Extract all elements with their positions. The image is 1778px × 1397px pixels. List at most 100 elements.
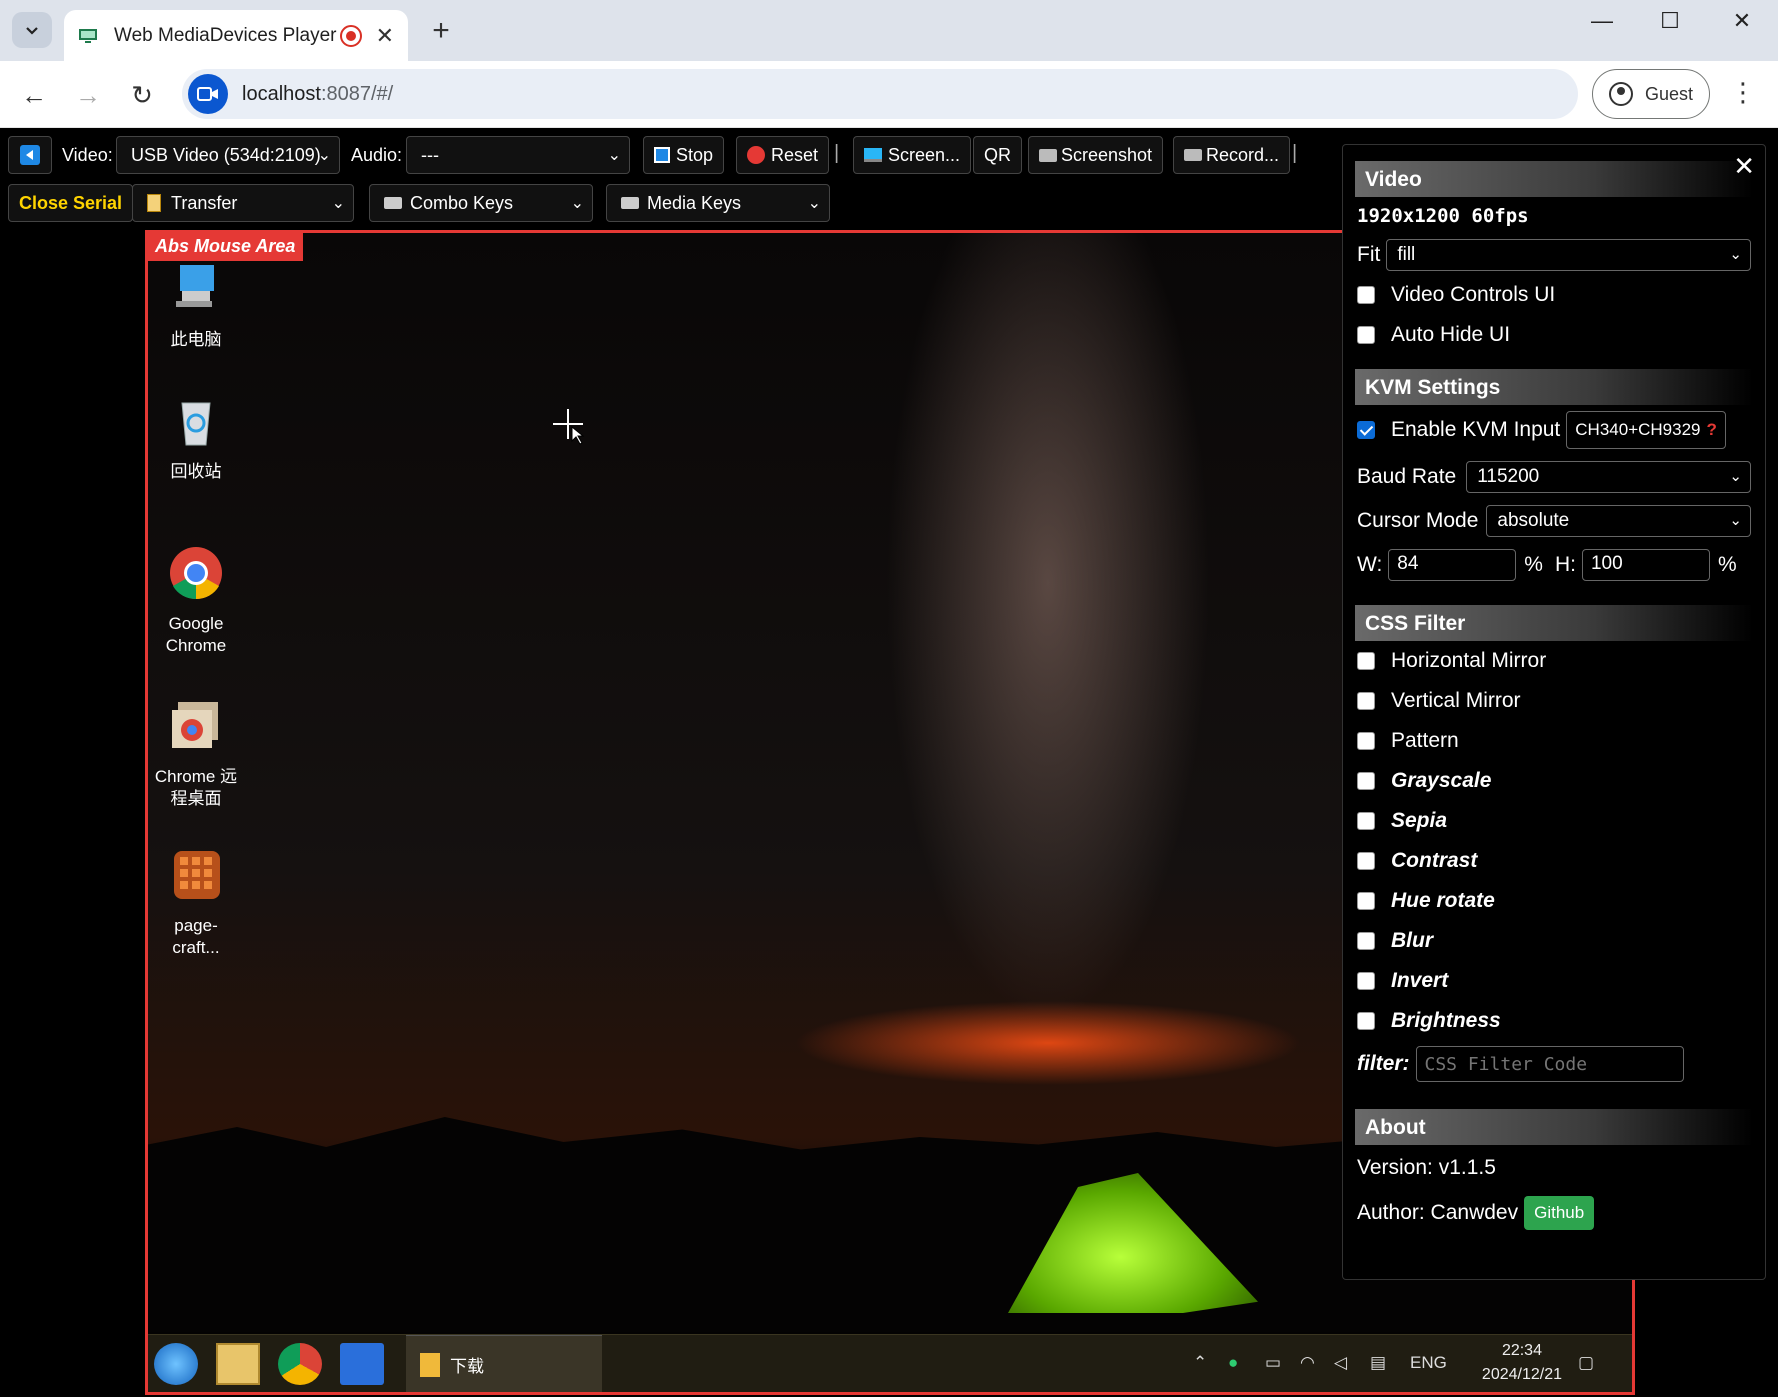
filter-brightness[interactable]: Brightness <box>1357 1001 1751 1041</box>
github-button[interactable]: Github <box>1524 1196 1595 1230</box>
cursor-mode-select[interactable]: absolute ⌄ <box>1486 505 1751 537</box>
desktop-icon-google-chrome[interactable]: Google Chrome <box>151 545 241 657</box>
media-keys-select[interactable]: Media Keys ⌄ <box>606 184 830 222</box>
screenshot-button[interactable]: Screenshot <box>1028 136 1164 174</box>
stop-icon <box>654 147 670 163</box>
chevron-down-icon: ⌄ <box>317 147 331 164</box>
enable-kvm-checkbox[interactable] <box>1357 421 1375 439</box>
reload-button[interactable]: ↻ <box>124 77 160 113</box>
chevron-down-icon: ⌄ <box>570 195 584 212</box>
chrome-taskbar-icon[interactable] <box>278 1343 322 1385</box>
triangle-left-icon <box>20 145 40 165</box>
close-panel-icon[interactable]: ✕ <box>1733 151 1755 182</box>
volume-icon[interactable]: ◁ <box>1334 1353 1347 1373</box>
chevron-up-icon[interactable]: ⌃ <box>1193 1353 1207 1373</box>
wifi-icon[interactable]: ◠ <box>1300 1353 1315 1373</box>
checkbox[interactable] <box>1357 932 1375 950</box>
record-button[interactable]: Record... <box>1173 136 1291 174</box>
filter-pattern[interactable]: Pattern <box>1357 721 1751 761</box>
window-close-button[interactable]: ✕ <box>1712 8 1772 34</box>
desktop-icon-recycle-bin[interactable]: 回收站 <box>151 393 241 483</box>
transfer-select[interactable]: Transfer ⌄ <box>132 184 354 222</box>
filter-horizontal-mirror[interactable]: Horizontal Mirror <box>1357 641 1751 681</box>
version-text: Version: v1.1.5 <box>1357 1156 1496 1179</box>
collapse-toolbar-button[interactable] <box>8 136 52 174</box>
notification-icon[interactable]: ▢ <box>1578 1353 1594 1373</box>
tab-strip: Web MediaDevices Player ✕ + — ☐ ✕ <box>0 0 1778 61</box>
browser-tab[interactable]: Web MediaDevices Player ✕ <box>64 10 408 61</box>
desktop-icon-this-pc[interactable]: 此电脑 <box>151 261 241 351</box>
checkbox[interactable] <box>1357 652 1375 670</box>
file-explorer-icon[interactable] <box>216 1343 260 1385</box>
video-controls-checkbox[interactable] <box>1357 286 1375 304</box>
close-tab-icon[interactable]: ✕ <box>376 23 394 49</box>
app-tray-icon[interactable]: ● <box>1228 1353 1238 1373</box>
height-input[interactable]: 100 <box>1581 549 1710 581</box>
stop-button[interactable]: Stop <box>643 136 725 174</box>
auto-hide-ui-row[interactable]: Auto Hide UI <box>1357 315 1751 355</box>
audio-select[interactable]: --- ⌄ <box>406 136 630 174</box>
section-kvm: KVM Settings <box>1355 369 1753 405</box>
menu-icon[interactable]: ⋮ <box>1728 77 1758 108</box>
filter-vertical-mirror[interactable]: Vertical Mirror <box>1357 681 1751 721</box>
section-about: About <box>1355 1109 1753 1145</box>
chrome-remote-desktop-icon <box>172 702 218 748</box>
auto-hide-checkbox[interactable] <box>1357 326 1375 344</box>
checkbox[interactable] <box>1357 972 1375 990</box>
video-controls-ui-row[interactable]: Video Controls UI <box>1357 275 1751 315</box>
filter-sepia[interactable]: Sepia <box>1357 801 1751 841</box>
minimize-button[interactable]: — <box>1572 8 1632 34</box>
forward-button[interactable]: → <box>70 77 106 113</box>
taskbar-clock[interactable]: 22:34 2024/12/21 <box>1482 1339 1562 1387</box>
separator: | <box>1292 142 1298 164</box>
filter-code-input[interactable] <box>1415 1046 1684 1082</box>
help-icon[interactable]: ? <box>1707 420 1717 440</box>
desktop-icon-chrome-remote-desktop[interactable]: Chrome 远程桌面 <box>151 698 241 810</box>
checkbox[interactable] <box>1357 812 1375 830</box>
combo-keys-select[interactable]: Combo Keys ⌄ <box>369 184 593 222</box>
checkbox[interactable] <box>1357 1012 1375 1030</box>
start-button[interactable] <box>154 1343 198 1385</box>
section-video: Video <box>1355 161 1753 197</box>
checkbox[interactable] <box>1357 852 1375 870</box>
checkbox[interactable] <box>1357 692 1375 710</box>
screen-share-button[interactable]: Screen... <box>853 136 972 174</box>
filter-blur[interactable]: Blur <box>1357 921 1751 961</box>
back-button[interactable]: ← <box>16 77 52 113</box>
maximize-button[interactable]: ☐ <box>1640 8 1700 34</box>
floppy-disk-icon[interactable] <box>340 1343 384 1385</box>
filter-contrast[interactable]: Contrast <box>1357 841 1751 881</box>
checkbox[interactable] <box>1357 732 1375 750</box>
filter-hue-rotate[interactable]: Hue rotate <box>1357 881 1751 921</box>
enable-kvm-row[interactable]: Enable KVM Input CH340+CH9329 ? <box>1357 405 1751 455</box>
new-tab-button[interactable]: + <box>424 14 458 48</box>
camera-icon <box>188 74 228 114</box>
keyboard-icon <box>621 197 639 209</box>
monitor-icon <box>79 28 97 43</box>
address-bar[interactable]: localhost:8087/#/ <box>182 69 1578 119</box>
audio-label: Audio: <box>351 145 403 165</box>
baud-rate-select[interactable]: 115200 ⌄ <box>1466 461 1751 493</box>
filter-grayscale[interactable]: Grayscale <box>1357 761 1751 801</box>
remote-taskbar: 下载 ⌃ ● ▭ ◠ ◁ ▤ ENG 22:34 2024/12/21 ▢ <box>148 1334 1632 1392</box>
reset-button[interactable]: Reset <box>736 136 830 174</box>
battery-icon[interactable]: ▭ <box>1265 1353 1281 1373</box>
kvm-device-button[interactable]: CH340+CH9329 ? <box>1566 411 1726 449</box>
keyboard-icon <box>384 197 402 209</box>
keyboard-tray-icon[interactable]: ▤ <box>1370 1353 1386 1373</box>
size-row: W: 84 % H: 100 % <box>1357 543 1751 587</box>
profile-button[interactable]: Guest <box>1592 69 1710 119</box>
qr-button[interactable]: QR <box>973 136 1022 174</box>
video-select[interactable]: USB Video (534d:2109) ⌄ <box>116 136 340 174</box>
checkbox[interactable] <box>1357 772 1375 790</box>
desktop-icon-page-craft[interactable]: page-craft... <box>151 847 241 959</box>
tab-search-button[interactable] <box>12 12 52 48</box>
checkbox[interactable] <box>1357 892 1375 910</box>
close-serial-button[interactable]: Close Serial <box>8 184 134 222</box>
input-language[interactable]: ENG <box>1410 1353 1447 1373</box>
fit-select[interactable]: fill ⌄ <box>1386 239 1751 271</box>
taskbar-downloads-window[interactable]: 下载 <box>406 1335 602 1392</box>
width-input[interactable]: 84 <box>1388 549 1517 581</box>
desktop-icon <box>864 148 882 162</box>
filter-invert[interactable]: Invert <box>1357 961 1751 1001</box>
